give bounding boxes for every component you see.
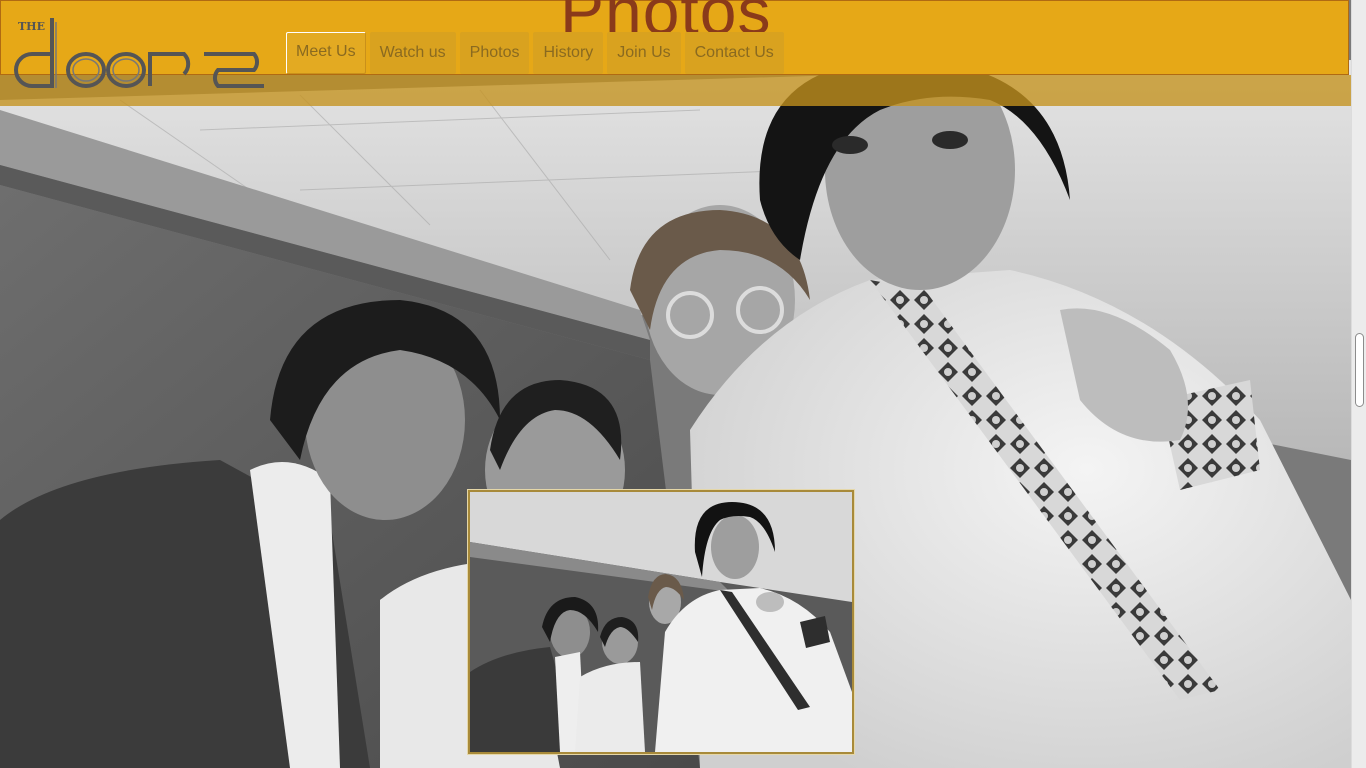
site-logo[interactable]: THE — [14, 14, 268, 90]
thumbnail-image — [470, 492, 852, 752]
page-viewport: Photos THE Meet Us Watch us Photos Histo… — [0, 0, 1351, 768]
doors-wordmark-icon — [14, 18, 264, 88]
photo-thumbnail[interactable] — [467, 489, 855, 755]
nav-photos-button[interactable]: Photos — [459, 32, 530, 74]
nav-meet-us-button[interactable]: Meet Us — [286, 32, 366, 74]
nav-history-button[interactable]: History — [533, 32, 604, 74]
main-nav: Meet Us Watch us Photos History Join Us … — [286, 32, 784, 74]
vertical-scrollbar[interactable] — [1351, 0, 1366, 768]
logo-small-text: THE — [18, 20, 45, 33]
nav-contact-us-button[interactable]: Contact Us — [684, 32, 784, 74]
nav-join-us-button[interactable]: Join Us — [607, 32, 681, 74]
scrollbar-thumb[interactable] — [1355, 333, 1364, 407]
nav-watch-us-button[interactable]: Watch us — [369, 32, 456, 74]
